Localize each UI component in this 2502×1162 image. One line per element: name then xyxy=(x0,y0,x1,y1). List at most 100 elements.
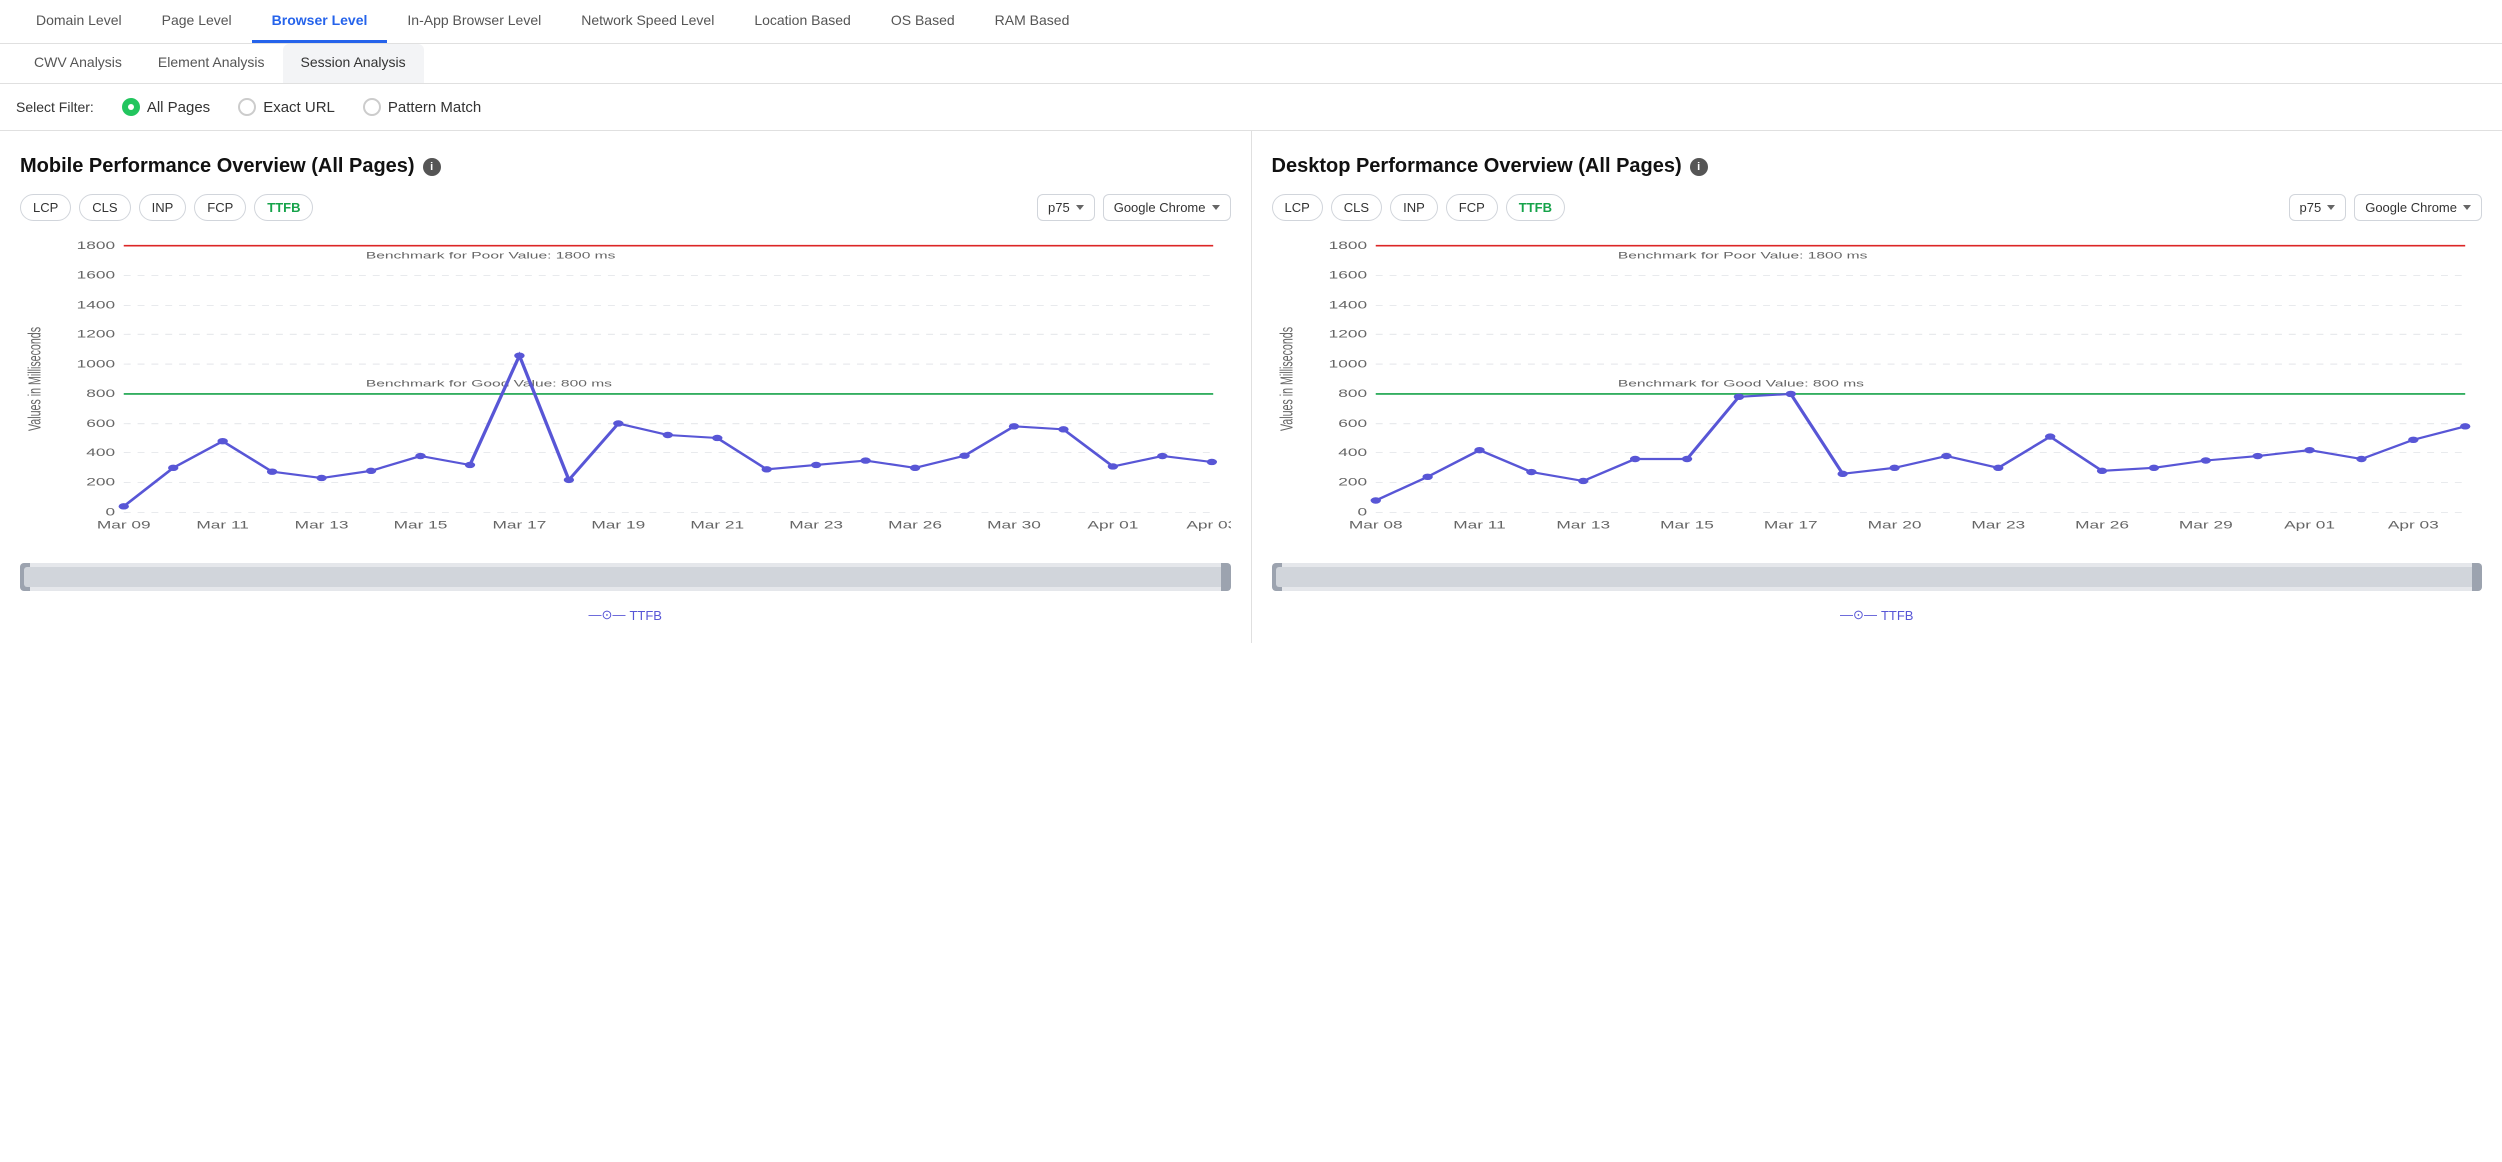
svg-text:Mar 11: Mar 11 xyxy=(1453,519,1506,531)
desktop-browser-chevron xyxy=(2463,205,2471,210)
svg-text:600: 600 xyxy=(1338,418,1367,430)
tab-ram-based[interactable]: RAM Based xyxy=(975,0,1090,43)
svg-text:800: 800 xyxy=(86,388,115,400)
mobile-chart-area: .grid-line { stroke: #d1d5db; stroke-wid… xyxy=(20,235,1231,555)
svg-text:Mar 30: Mar 30 xyxy=(987,519,1041,531)
mobile-cls-btn[interactable]: CLS xyxy=(79,194,130,221)
svg-text:800: 800 xyxy=(1338,388,1367,400)
mobile-scrollbar-right[interactable] xyxy=(1221,563,1231,591)
mobile-legend: —⊙— TTFB xyxy=(20,599,1231,627)
subtab-session-analysis[interactable]: Session Analysis xyxy=(283,44,424,83)
svg-text:Benchmark for Poor Value: 1800: Benchmark for Poor Value: 1800 ms xyxy=(366,250,616,261)
desktop-browser-dropdown[interactable]: Google Chrome xyxy=(2354,194,2482,221)
desktop-panel-title: Desktop Performance Overview (All Pages)… xyxy=(1272,155,2483,178)
subtab-cwv-analysis[interactable]: CWV Analysis xyxy=(16,44,140,83)
svg-text:Values in Milliseconds: Values in Milliseconds xyxy=(1278,327,1297,431)
filter-pattern-match[interactable]: Pattern Match xyxy=(363,98,481,116)
mobile-lcp-btn[interactable]: LCP xyxy=(20,194,71,221)
desktop-cls-btn[interactable]: CLS xyxy=(1331,194,1382,221)
svg-text:1000: 1000 xyxy=(77,358,115,370)
svg-text:Mar 26: Mar 26 xyxy=(888,519,942,531)
svg-text:0: 0 xyxy=(105,507,115,519)
desktop-info-icon[interactable]: i xyxy=(1690,158,1708,176)
svg-text:1000: 1000 xyxy=(1328,358,1366,370)
svg-text:1600: 1600 xyxy=(1328,270,1366,282)
desktop-legend-ttfb: —⊙— TTFB xyxy=(1840,607,1913,623)
tab-page-level[interactable]: Page Level xyxy=(142,0,252,43)
desktop-lcp-btn[interactable]: LCP xyxy=(1272,194,1323,221)
svg-text:400: 400 xyxy=(86,447,115,459)
desktop-legend-label: TTFB xyxy=(1881,608,1914,623)
svg-text:1400: 1400 xyxy=(77,300,115,312)
mobile-legend-ttfb: —⊙— TTFB xyxy=(589,607,662,623)
tab-domain-level[interactable]: Domain Level xyxy=(16,0,142,43)
svg-text:Mar 09: Mar 09 xyxy=(97,519,151,531)
desktop-scrollbar-thumb[interactable] xyxy=(1276,567,2479,587)
desktop-percentile-chevron xyxy=(2327,205,2335,210)
svg-text:600: 600 xyxy=(86,418,115,430)
tab-browser-level[interactable]: Browser Level xyxy=(252,0,388,43)
tab-location-based[interactable]: Location Based xyxy=(734,0,871,43)
radio-exact-url[interactable] xyxy=(238,98,256,116)
mobile-percentile-dropdown[interactable]: p75 xyxy=(1037,194,1095,221)
desktop-scrollbar[interactable] xyxy=(1272,563,2483,591)
desktop-legend: —⊙— TTFB xyxy=(1272,599,2483,627)
mobile-info-icon[interactable]: i xyxy=(423,158,441,176)
top-tab-bar: Domain Level Page Level Browser Level In… xyxy=(0,0,2502,44)
subtab-element-analysis[interactable]: Element Analysis xyxy=(140,44,283,83)
filter-label: Select Filter: xyxy=(16,99,94,115)
mobile-panel: Mobile Performance Overview (All Pages) … xyxy=(0,131,1252,643)
mobile-browser-chevron xyxy=(1212,205,1220,210)
mobile-fcp-btn[interactable]: FCP xyxy=(194,194,246,221)
mobile-legend-label: TTFB xyxy=(629,608,662,623)
desktop-panel: Desktop Performance Overview (All Pages)… xyxy=(1252,131,2502,643)
desktop-scrollbar-right[interactable] xyxy=(2472,563,2482,591)
svg-text:Apr 01: Apr 01 xyxy=(1087,519,1138,531)
mobile-chart-svg: .grid-line { stroke: #d1d5db; stroke-wid… xyxy=(20,235,1231,555)
desktop-legend-dash: —⊙— xyxy=(1840,607,1877,623)
mobile-ttfb-btn[interactable]: TTFB xyxy=(254,194,313,221)
desktop-chart-svg: .grid-line { stroke: #d1d5db; stroke-wid… xyxy=(1272,235,2483,555)
tab-inapp-browser[interactable]: In-App Browser Level xyxy=(387,0,561,43)
svg-text:Mar 13: Mar 13 xyxy=(295,519,349,531)
svg-text:Mar 21: Mar 21 xyxy=(690,519,744,531)
desktop-percentile-dropdown[interactable]: p75 xyxy=(2289,194,2347,221)
svg-text:Mar 23: Mar 23 xyxy=(789,519,843,531)
sub-tab-bar: CWV Analysis Element Analysis Session An… xyxy=(0,44,2502,84)
mobile-scrollbar[interactable] xyxy=(20,563,1231,591)
svg-text:Mar 17: Mar 17 xyxy=(1763,519,1817,531)
filter-all-pages[interactable]: All Pages xyxy=(122,98,210,116)
svg-text:Mar 23: Mar 23 xyxy=(1971,519,2025,531)
filter-exact-url[interactable]: Exact URL xyxy=(238,98,335,116)
desktop-chart-area: .grid-line { stroke: #d1d5db; stroke-wid… xyxy=(1272,235,2483,555)
radio-pattern-match[interactable] xyxy=(363,98,381,116)
tab-network-speed[interactable]: Network Speed Level xyxy=(561,0,734,43)
svg-text:1800: 1800 xyxy=(1328,240,1366,252)
svg-text:0: 0 xyxy=(1357,507,1367,519)
mobile-panel-title: Mobile Performance Overview (All Pages) … xyxy=(20,155,1231,178)
svg-text:Benchmark for Poor Value: 1800: Benchmark for Poor Value: 1800 ms xyxy=(1617,250,1867,261)
tab-os-based[interactable]: OS Based xyxy=(871,0,975,43)
mobile-inp-btn[interactable]: INP xyxy=(139,194,187,221)
desktop-ttfb-btn[interactable]: TTFB xyxy=(1506,194,1565,221)
svg-text:Apr 01: Apr 01 xyxy=(2284,519,2335,531)
main-content: Mobile Performance Overview (All Pages) … xyxy=(0,131,2502,643)
svg-text:1200: 1200 xyxy=(77,328,115,340)
radio-all-pages[interactable] xyxy=(122,98,140,116)
svg-text:Mar 11: Mar 11 xyxy=(196,519,249,531)
svg-text:Mar 15: Mar 15 xyxy=(394,519,448,531)
svg-text:Mar 08: Mar 08 xyxy=(1348,519,1402,531)
desktop-fcp-btn[interactable]: FCP xyxy=(1446,194,1498,221)
svg-text:Mar 13: Mar 13 xyxy=(1556,519,1610,531)
svg-text:Apr 03: Apr 03 xyxy=(2387,519,2438,531)
desktop-inp-btn[interactable]: INP xyxy=(1390,194,1438,221)
mobile-browser-dropdown[interactable]: Google Chrome xyxy=(1103,194,1231,221)
svg-text:Values in Milliseconds: Values in Milliseconds xyxy=(26,327,45,431)
mobile-scrollbar-thumb[interactable] xyxy=(24,567,1227,587)
svg-text:400: 400 xyxy=(1338,447,1367,459)
svg-text:Mar 19: Mar 19 xyxy=(591,519,645,531)
svg-text:Mar 26: Mar 26 xyxy=(2075,519,2129,531)
filter-all-pages-label: All Pages xyxy=(147,99,210,116)
mobile-percentile-chevron xyxy=(1076,205,1084,210)
filter-pattern-match-label: Pattern Match xyxy=(388,99,481,116)
